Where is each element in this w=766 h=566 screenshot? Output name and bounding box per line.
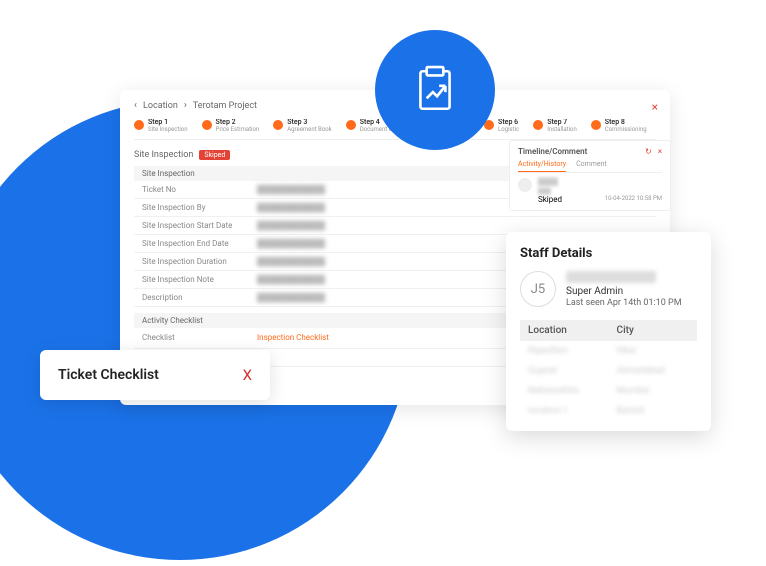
table-header: LocationCity [520, 320, 697, 341]
step-dot-icon [134, 120, 144, 130]
timeline-tabs: Activity/History Comment [518, 160, 662, 173]
tab-activity-history[interactable]: Activity/History [518, 160, 566, 172]
timeline-item: ████ ███ Skiped10-04-2022 10:58 PM [518, 178, 662, 204]
status-badge: Skiped [199, 150, 230, 160]
table-row: GujaratAhmedabad [520, 361, 697, 381]
ticket-checklist-panel: Ticket Checklist X [40, 350, 270, 400]
timeline-title: Timeline/Comment [518, 147, 587, 156]
step-8[interactable]: Step 8Commissioning [591, 119, 647, 133]
clipboard-chart-icon [375, 30, 495, 150]
step-6[interactable]: Step 6Logistic [484, 119, 519, 133]
staff-title: Staff Details [520, 246, 697, 261]
step-1[interactable]: Step 1Site Inspection [134, 119, 188, 133]
avatar: J5 [520, 271, 556, 307]
breadcrumb-location[interactable]: Location [143, 101, 178, 111]
ticket-title: Ticket Checklist [58, 367, 159, 383]
location-table: LocationCity RajasthanSikar GujaratAhmed… [520, 320, 697, 421]
table-row: MaharashtraMumbai [520, 381, 697, 401]
tab-comment[interactable]: Comment [576, 160, 607, 172]
staff-user: J5 Super Admin Last seen Apr 14th 01:10 … [520, 271, 697, 308]
step-dot-icon [202, 120, 212, 130]
breadcrumb-project: Terotam Project [193, 101, 257, 111]
last-seen: Last seen Apr 14th 01:10 PM [566, 298, 682, 308]
timeline-panel: Timeline/Comment ↻ × Activity/History Co… [509, 140, 671, 211]
close-icon[interactable]: × [658, 147, 662, 156]
staff-details-panel: Staff Details J5 Super Admin Last seen A… [506, 232, 711, 431]
user-role: Super Admin [566, 286, 682, 297]
step-dot-icon [273, 120, 283, 130]
step-dot-icon [591, 120, 601, 130]
chevron-right-icon: › [184, 100, 187, 111]
user-name [566, 271, 656, 283]
back-chevron-icon[interactable]: ‹ [134, 100, 137, 111]
table-row: location-1Bardoli [520, 401, 697, 421]
inspection-checklist-link[interactable]: Inspection Checklist [257, 333, 329, 343]
step-dot-icon [533, 120, 543, 130]
table-row: RajasthanSikar [520, 341, 697, 361]
step-7[interactable]: Step 7Installation [533, 119, 577, 133]
refresh-icon[interactable]: ↻ [645, 147, 652, 156]
avatar-icon [518, 178, 532, 192]
step-dot-icon [346, 120, 356, 130]
step-2[interactable]: Step 2Price Estimation [202, 119, 260, 133]
step-3[interactable]: Step 3Agreement Book [273, 119, 331, 133]
close-icon[interactable]: X [243, 366, 252, 384]
close-icon[interactable]: × [652, 100, 658, 114]
